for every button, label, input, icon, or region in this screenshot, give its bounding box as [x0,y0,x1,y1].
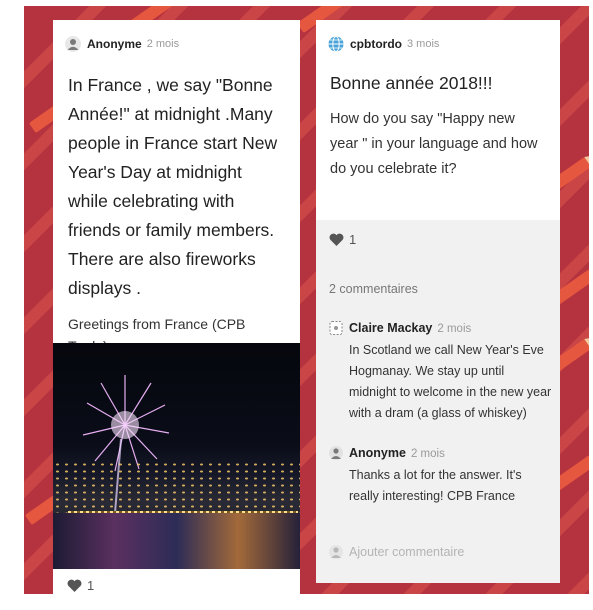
person-icon [329,545,343,559]
comment-author[interactable]: Claire Mackay [349,321,432,335]
globe-icon [328,36,344,52]
post-time: 3 mois [407,38,440,50]
person-icon [65,36,81,52]
comment-author[interactable]: Anonyme [349,446,406,460]
fireworks-image[interactable] [53,343,300,569]
post-title: Bonne année 2018!!! [330,73,493,93]
post-body: How do you say "Happy new year " in your… [330,111,538,177]
comments-panel: 1 2 commentaires Claire Mackay 2 mois In … [316,220,560,583]
person-icon [329,446,343,460]
post-card-cpbtordo[interactable]: cpbtordo 3 mois Bonne année 2018!!! How … [316,20,560,583]
post-header: Anonyme 2 mois [53,33,300,55]
post-author[interactable]: Anonyme [87,37,142,51]
like-count: 1 [349,232,357,247]
comment-item: Anonyme 2 mois Thanks a lot for the answe… [329,445,554,507]
post-body: In France , we say "Bonne Année!" at mid… [68,75,278,298]
comment-item: Claire Mackay 2 mois In Scotland we call … [329,320,554,424]
like-button[interactable]: 1 [329,232,356,247]
heart-icon [67,579,82,592]
add-comment-placeholder: Ajouter commentaire [349,545,465,559]
post-header: cpbtordo 3 mois [316,33,560,55]
comment-text: Thanks a lot for the answer. It's really… [349,468,522,503]
add-comment-input[interactable]: Ajouter commentaire [329,544,464,560]
comment-text: In Scotland we call New Year's Eve Hogma… [349,343,552,420]
city-lights [53,461,300,515]
post-time: 2 mois [146,38,180,50]
comment-time: 2 mois [437,323,472,335]
like-count: 1 [87,578,95,593]
comments-count: 2 commentaires [329,282,418,296]
comment-time: 2 mois [410,448,445,460]
water-reflection [53,513,300,569]
post-author[interactable]: cpbtordo [350,37,402,51]
post-card-anonyme[interactable]: Anonyme 2 mois In France , we say "Bonne… [53,20,300,610]
heart-icon [329,233,344,246]
like-button[interactable]: 1 [67,578,94,593]
avatar-icon [329,321,343,335]
